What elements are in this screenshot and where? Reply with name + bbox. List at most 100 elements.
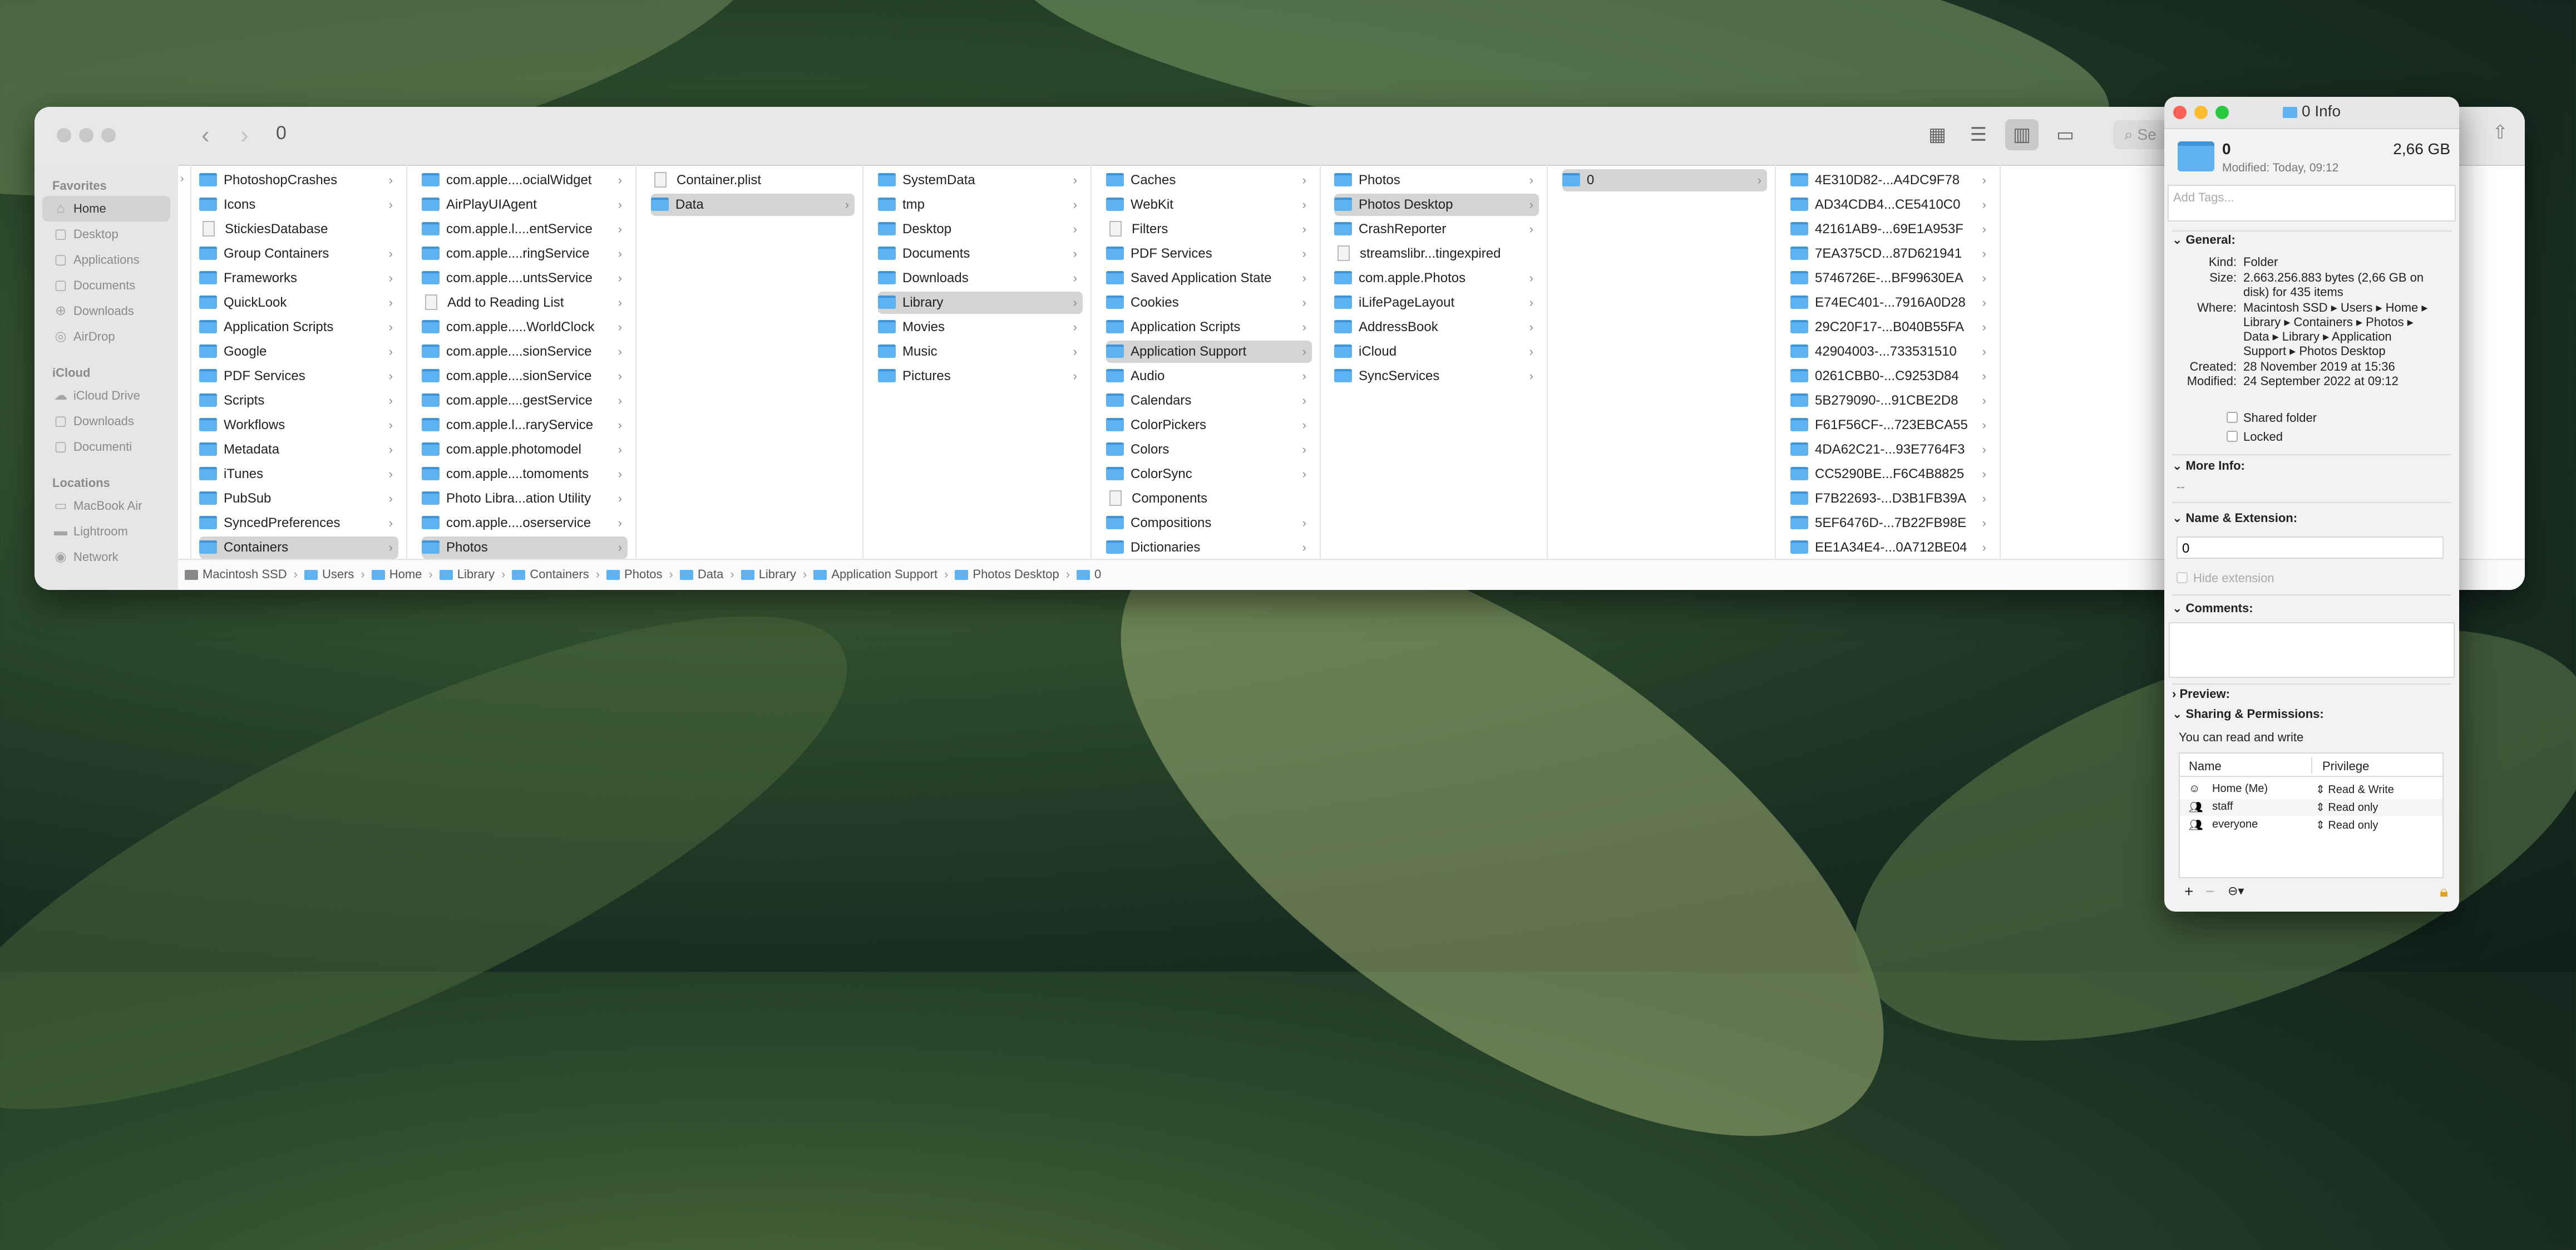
- path-segment[interactable]: Photos Desktop: [955, 567, 1059, 581]
- list-item[interactable]: Documents ›: [878, 243, 1083, 265]
- list-item[interactable]: Workflows ›: [199, 414, 398, 436]
- list-item[interactable]: com.apple....untsService ›: [422, 267, 628, 289]
- back-button[interactable]: ‹: [201, 121, 210, 149]
- list-item[interactable]: Group Containers ›: [199, 243, 398, 265]
- list-item[interactable]: Icons ›: [199, 194, 398, 216]
- path-segment[interactable]: Application Support: [813, 567, 937, 581]
- list-item[interactable]: ColorPickers ›: [1106, 414, 1312, 436]
- list-item[interactable]: 42904003-...733531510 ›: [1790, 341, 1992, 363]
- list-item[interactable]: 0261CBB0-...C9253D84 ›: [1790, 365, 1992, 387]
- locked-checkbox[interactable]: [2227, 431, 2238, 442]
- sidebar-item-documenti[interactable]: ▢ Documenti: [34, 434, 178, 460]
- name-extension-section-toggle[interactable]: ⌄ Name & Extension:: [2172, 511, 2297, 525]
- list-item[interactable]: com.apple....tomoments ›: [422, 463, 628, 485]
- list-item[interactable]: E74EC401-...7916A0D28 ›: [1790, 292, 1992, 314]
- list-item[interactable]: Music ›: [878, 341, 1083, 363]
- list-item[interactable]: PDF Services ›: [1106, 243, 1312, 265]
- permission-row[interactable]: 👥︎ staff ⇕ Read only: [2180, 799, 2442, 816]
- list-item[interactable]: Photos ›: [1334, 169, 1539, 191]
- sidebar-item-desktop[interactable]: ▢ Desktop: [34, 222, 178, 247]
- list-item[interactable]: com.apple.Photos ›: [1334, 267, 1539, 289]
- list-item[interactable]: Container.plist: [651, 169, 855, 191]
- list-item[interactable]: AD34CDB4...CE5410C0 ›: [1790, 194, 1992, 216]
- list-item[interactable]: 5746726E-...BF99630EA ›: [1790, 267, 1992, 289]
- lock-icon[interactable]: 🔒︎: [2440, 883, 2448, 901]
- comments-field[interactable]: [2169, 622, 2455, 678]
- list-item[interactable]: 4DA62C21-...93E7764F3 ›: [1790, 439, 1992, 461]
- list-item[interactable]: SyncServices ›: [1334, 365, 1539, 387]
- gallery-view-button[interactable]: ▭: [2049, 119, 2082, 150]
- list-item[interactable]: Frameworks ›: [199, 267, 398, 289]
- tags-field[interactable]: Add Tags...: [2168, 185, 2456, 222]
- list-item[interactable]: Photo Libra...ation Utility ›: [422, 488, 628, 510]
- share-icon[interactable]: ⇧: [2493, 121, 2509, 144]
- list-item[interactable]: SyncedPreferences ›: [199, 512, 398, 534]
- sidebar-item-lightroom[interactable]: ▬ Lightroom: [34, 519, 178, 544]
- list-item[interactable]: CC5290BE...F6C4B8825 ›: [1790, 463, 1992, 485]
- path-segment[interactable]: Data: [679, 567, 723, 581]
- path-segment[interactable]: Containers: [512, 567, 589, 581]
- list-item[interactable]: CrashReporter ›: [1334, 218, 1539, 240]
- list-item[interactable]: 0 ›: [1562, 169, 1767, 191]
- list-item[interactable]: Caches ›: [1106, 169, 1312, 191]
- list-item[interactable]: PDF Services ›: [199, 365, 398, 387]
- sidebar-item-icloud-drive[interactable]: ☁ iCloud Drive: [34, 383, 178, 409]
- list-item[interactable]: AirPlayUIAgent ›: [422, 194, 628, 216]
- list-item[interactable]: Desktop ›: [878, 218, 1083, 240]
- path-segment[interactable]: Users: [304, 567, 354, 581]
- permission-row[interactable]: 👥︎ everyone ⇕ Read only: [2180, 817, 2442, 834]
- list-item[interactable]: com.apple....oserservice ›: [422, 512, 628, 534]
- list-item[interactable]: QuickLook ›: [199, 292, 398, 314]
- path-segment[interactable]: Library: [741, 567, 796, 581]
- zoom-button[interactable]: [101, 128, 116, 142]
- path-segment[interactable]: Macintosh SSD: [185, 567, 287, 581]
- comments-section-toggle[interactable]: ⌄ Comments:: [2172, 601, 2253, 616]
- list-item[interactable]: com.apple....ocialWidget ›: [422, 169, 628, 191]
- minimize-button[interactable]: [79, 128, 93, 142]
- list-item[interactable]: PubSub ›: [199, 488, 398, 510]
- list-item[interactable]: com.apple....sionService ›: [422, 341, 628, 363]
- list-item[interactable]: Application Scripts ›: [199, 316, 398, 338]
- list-view-button[interactable]: ☰: [1962, 119, 1995, 150]
- list-item[interactable]: Data ›: [651, 194, 855, 216]
- list-item[interactable]: com.apple....gestService ›: [422, 390, 628, 412]
- hide-extension-checkbox[interactable]: [2177, 572, 2188, 583]
- list-item[interactable]: PhotoshopCrashes ›: [199, 169, 398, 191]
- sharing-section-toggle[interactable]: ⌄ Sharing & Permissions:: [2172, 707, 2324, 721]
- list-item[interactable]: Movies ›: [878, 316, 1083, 338]
- name-field[interactable]: 0: [2177, 537, 2444, 559]
- list-item[interactable]: Application Support ›: [1106, 341, 1312, 363]
- search-input[interactable]: ⌕ Se: [2113, 120, 2169, 149]
- sidebar-item-downloads[interactable]: ▢ Downloads: [34, 409, 178, 434]
- list-item[interactable]: iTunes ›: [199, 463, 398, 485]
- list-item[interactable]: com.apple....sionService ›: [422, 365, 628, 387]
- list-item[interactable]: WebKit ›: [1106, 194, 1312, 216]
- forward-button[interactable]: ›: [240, 121, 249, 149]
- privilege-popup[interactable]: ⇕ Read & Write: [2316, 783, 2394, 796]
- list-item[interactable]: Compositions ›: [1106, 512, 1312, 534]
- list-item[interactable]: Pictures ›: [878, 365, 1083, 387]
- sidebar-item-macbook-air[interactable]: ▭ MacBook Air: [34, 493, 178, 519]
- list-item[interactable]: 5B279090-...91CBE2D8 ›: [1790, 390, 1992, 412]
- close-button[interactable]: [57, 128, 71, 142]
- list-item[interactable]: 42161AB9-...69E1A953F ›: [1790, 218, 1992, 240]
- path-segment[interactable]: Library: [439, 567, 495, 581]
- general-section-toggle[interactable]: ⌄ General:: [2172, 233, 2236, 247]
- list-item[interactable]: com.apple.l...raryService ›: [422, 414, 628, 436]
- list-item[interactable]: tmp ›: [878, 194, 1083, 216]
- list-item[interactable]: com.apple.....WorldClock ›: [422, 316, 628, 338]
- list-item[interactable]: Containers ›: [199, 537, 398, 559]
- sidebar-item-home[interactable]: ⌂ Home: [42, 196, 170, 222]
- list-item[interactable]: Add to Reading List ›: [422, 292, 628, 314]
- privilege-popup[interactable]: ⇕ Read only: [2316, 818, 2378, 832]
- list-item[interactable]: Filters ›: [1106, 218, 1312, 240]
- list-item[interactable]: Downloads ›: [878, 267, 1083, 289]
- list-item[interactable]: Saved Application State ›: [1106, 267, 1312, 289]
- list-item[interactable]: F61F56CF-...723EBCA55 ›: [1790, 414, 1992, 436]
- list-item[interactable]: 4E310D82-...A4DC9F78 ›: [1790, 169, 1992, 191]
- remove-permission-button[interactable]: −: [2205, 883, 2214, 900]
- list-item[interactable]: 5EF6476D-...7B22FB98E ›: [1790, 512, 1992, 534]
- list-item[interactable]: EE1A34E4-...0A712BE04 ›: [1790, 537, 1992, 559]
- path-segment[interactable]: Home: [371, 567, 422, 581]
- list-item[interactable]: Google ›: [199, 341, 398, 363]
